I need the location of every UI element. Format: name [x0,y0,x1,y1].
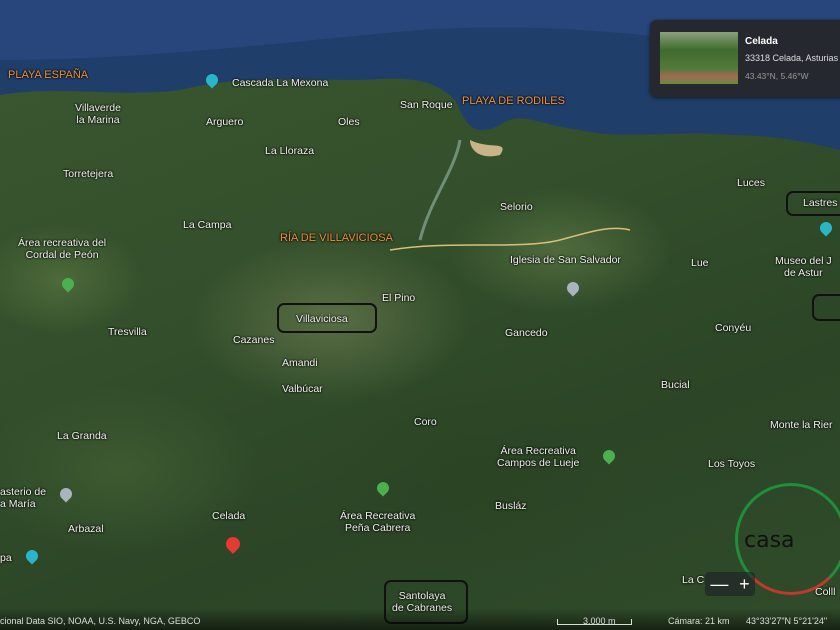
place-label[interactable]: pa [0,552,12,564]
place-label[interactable]: Arbazal [68,523,104,535]
place-label[interactable]: Bucial [661,379,690,391]
place-label[interactable]: Cascada La Mexona [232,77,328,89]
place-card-title: Celada [745,36,778,47]
place-label[interactable]: Selorio [500,201,533,213]
place-label[interactable]: La C [682,574,704,586]
place-label[interactable]: El Pino [382,292,415,304]
place-label[interactable]: Área Recreativa Campos de Lueje [497,445,579,469]
highlight-box-villaviciosa [277,303,377,333]
place-label[interactable]: La Campa [183,219,231,231]
place-label[interactable]: Tresvilla [108,326,147,338]
place-label[interactable]: Conyéu [715,322,751,334]
place-label[interactable]: Valbúcar [282,383,323,395]
zoom-controls: — + [705,572,755,596]
place-label[interactable]: Museo del J de Astur [775,255,832,279]
highlight-box [812,294,840,321]
place-label[interactable]: Coro [414,416,437,428]
zoom-out-button[interactable]: — [710,574,728,595]
cursor-coords: 43°33'27"N 5°21'24" [746,616,828,626]
place-label[interactable]: Lue [691,257,709,269]
place-label[interactable]: Los Toyos [708,458,755,470]
place-label[interactable]: San Roque [400,99,453,111]
place-label[interactable]: Torretejera [63,168,113,180]
region-label: PLAYA DE RODILES [462,95,565,107]
place-label[interactable]: La Lloraza [265,145,314,157]
place-label[interactable]: Luces [737,177,765,189]
zoom-in-button[interactable]: + [739,574,750,595]
place-label[interactable]: Área recreativa del Cordal de Peón [18,237,106,261]
status-bar: cional Data SIO, NOAA, U.S. Navy, NGA, G… [0,608,840,630]
place-label[interactable]: Área Recreativa Peña Cabrera [340,510,415,534]
place-label[interactable]: Celada [212,510,245,522]
place-label[interactable]: Busláz [495,500,527,512]
attribution: cional Data SIO, NOAA, U.S. Navy, NGA, G… [0,616,201,626]
place-label[interactable]: Arguero [206,116,243,128]
place-label[interactable]: Oles [338,116,360,128]
camera-altitude: Cámara: 21 km [668,616,730,626]
highlight-box-lastres [786,191,840,216]
place-label[interactable]: asterio de a María [0,486,46,510]
place-label[interactable]: Gancedo [505,327,548,339]
place-label[interactable]: La Granda [57,430,107,442]
place-label[interactable]: Monte la Rier [770,419,832,431]
place-label[interactable]: Iglesia de San Salvador [510,254,621,266]
place-label[interactable]: Cazanes [233,334,274,346]
place-card[interactable]: Celada 33318 Celada, Asturias 43.43°N, 5… [650,20,840,97]
place-label[interactable]: Amandi [282,357,318,369]
logo-text: casa [744,528,795,553]
region-label: RÍA DE VILLAVICIOSA [280,232,393,244]
place-label[interactable]: Villaverde la Marina [75,102,121,126]
place-card-coords: 43.43°N, 5.46°W [745,71,809,81]
place-thumbnail [660,32,738,84]
scale-label: 3.000 m [583,616,616,626]
place-card-address: 33318 Celada, Asturias [745,53,839,63]
region-label: PLAYA ESPAÑA [8,69,89,81]
